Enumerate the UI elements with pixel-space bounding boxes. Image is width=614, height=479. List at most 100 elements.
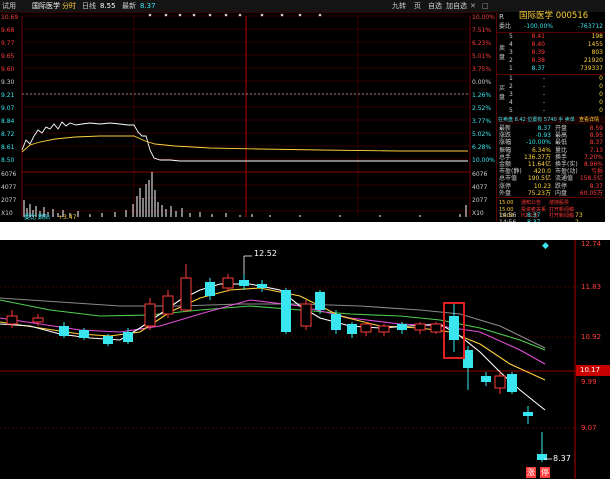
right-axis-label: 0.00% [472, 79, 492, 86]
avg-price: 8.55 [100, 2, 116, 10]
right-axis-label: 5.02% [472, 131, 492, 138]
intraday-window: 试用 国际医学 分时 日线 8.55 最新 8.37 九转 页 自选 加自选 ✕… [0, 0, 605, 222]
limit-up-badge: 涨 [526, 467, 536, 478]
candle-body [378, 325, 390, 333]
volume-axis-label: 6076 [472, 171, 488, 178]
candle-body [397, 324, 407, 330]
left-axis-label: 8.50 [1, 157, 15, 164]
candle-body [360, 323, 372, 333]
low-price-label: 8.37 [553, 454, 571, 463]
page-button[interactable]: 页 [414, 1, 421, 11]
right-axis-label: 9.07 [581, 424, 597, 432]
order-tip: 在卖盘 8.42 位置有 5740 手 卖单 [498, 117, 575, 123]
buy-volume: 0 [599, 91, 603, 98]
buy-volume: 0 [599, 83, 603, 90]
right-axis-label: 10.92 [581, 333, 602, 341]
tick-price: 8.37 [527, 219, 540, 222]
buy-level: 1 [509, 75, 513, 82]
kline-chart: ◆ [0, 240, 576, 479]
left-axis-label: 9.77 [1, 40, 15, 47]
left-axis-label: 9.30 [1, 79, 15, 86]
last-label: 最新 [122, 2, 136, 10]
right-axis-label: 3.75% [472, 66, 492, 73]
stock-name: 国际医学 [32, 2, 60, 10]
current-price-tag: 10.17 [576, 365, 610, 376]
bottom-info-value: +3.47 [58, 214, 77, 221]
right-axis-label: 5.01% [472, 53, 492, 60]
right-axis-label: 1.26% [472, 92, 492, 99]
left-axis-label: 9.68 [1, 27, 15, 34]
right-axis-label: 11.83 [581, 283, 602, 291]
high-price-label: 12.52 [254, 249, 277, 258]
right-axis-label: 7.51% [472, 27, 492, 34]
candle-body [59, 326, 69, 336]
candle-body [281, 290, 291, 332]
candle-body [300, 303, 312, 327]
buy-side-label: 买盘 [499, 85, 506, 101]
candle-body [162, 295, 174, 315]
sell-volume: 1455 [587, 41, 603, 48]
candle-body [494, 375, 506, 389]
candle-body [205, 282, 215, 296]
candle-body [481, 376, 491, 382]
candle-body [180, 277, 192, 311]
sell-volume: 803 [591, 49, 603, 56]
tab-label[interactable]: 试用 [2, 1, 16, 11]
right-axis-label: 6.23% [472, 40, 492, 47]
sell-volume: 739337 [580, 65, 603, 72]
tick-volume: 2 [575, 219, 579, 222]
right-axis-label: 2.52% [472, 105, 492, 112]
buy-volume: 0 [599, 75, 603, 82]
diamond-icon: ◆ [542, 241, 549, 251]
last-price: 8.37 [140, 2, 156, 10]
period-tab[interactable]: 日线 [82, 1, 96, 11]
right-axis-label: 10.00% [472, 14, 495, 21]
candle-body [6, 315, 18, 325]
order-tip-bar[interactable]: 在卖盘 8.42 位置有 5740 手 卖单 查看详情 [497, 116, 605, 124]
right-axis-label: 9.99 [581, 378, 597, 386]
candle-body [144, 303, 156, 327]
watchlist-button[interactable]: 自选 [428, 1, 442, 11]
view-details-link[interactable]: 查看详情 [579, 116, 599, 124]
sell-price: 8.39 [531, 49, 545, 56]
nine-turns-button[interactable]: 九转 [392, 1, 406, 11]
candle-body [315, 292, 325, 310]
bottom-info: 委比 跳贴 [24, 214, 50, 221]
tick-time: 14:56 [499, 219, 516, 222]
quote-title: 国际医学 000516 [519, 11, 589, 21]
left-axis-label: 9.60 [1, 66, 15, 73]
buy-level: 4 [509, 99, 513, 106]
left-axis-label: 8.61 [1, 144, 15, 151]
sell-price: 8.38 [531, 57, 545, 64]
current-price-value: 10.17 [580, 366, 601, 374]
candle-body [222, 277, 234, 289]
candle-body [430, 323, 442, 333]
sell-price: 8.40 [531, 41, 545, 48]
close-icon[interactable]: ✕ [470, 1, 476, 11]
buy-level: 5 [509, 107, 513, 114]
sell-level: 3 [509, 49, 513, 56]
mode-tab[interactable]: 分时 [62, 1, 76, 11]
volume-axis-label: 6076 [1, 171, 17, 178]
volume-axis-label: 2077 [472, 197, 488, 204]
limit-stop-badge: 停 [540, 467, 550, 478]
candle-body [103, 336, 113, 344]
candle-body [331, 314, 341, 330]
r-label: R [499, 13, 504, 21]
candle-body [507, 374, 517, 392]
right-axis-label: 3.77% [472, 118, 492, 125]
candle-body [123, 332, 133, 342]
right-axis-label: 12.74 [581, 240, 602, 248]
sell-volume: 198 [591, 33, 603, 40]
add-watchlist-button[interactable]: 加自选 [446, 1, 467, 11]
volume-axis-label: 4077 [1, 184, 17, 191]
weibi-value: -100.00% [524, 23, 553, 30]
left-axis-label: 10.69 [1, 14, 19, 21]
volume-axis-label: 4077 [472, 184, 488, 191]
left-axis-label: 9.65 [1, 53, 15, 60]
volume-axis-label: X10 [1, 210, 13, 217]
quote-panel: R 国际医学 000516 委比 -100.00% -763712 卖盘 5 8… [496, 11, 605, 222]
maximize-icon[interactable]: □ [482, 1, 489, 11]
news-title[interactable]: 打开新闻稿 [549, 212, 574, 220]
kline-window: ◆ 12.52 8.37 12.74 11.83 10.92 10.17 9.9… [0, 240, 610, 479]
